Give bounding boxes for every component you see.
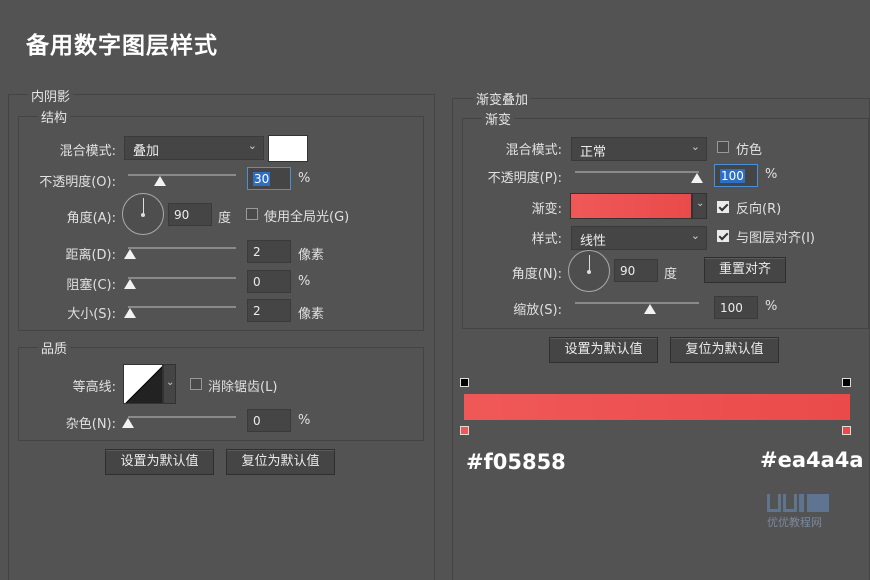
go-angle-unit: 度: [664, 263, 677, 282]
noise-slider-thumb[interactable]: [122, 418, 134, 428]
noise-unit: %: [298, 413, 310, 428]
go-angle-dial[interactable]: [568, 250, 610, 292]
choke-label: 阻塞(C):: [40, 274, 116, 293]
inner-shadow-set-default-button[interactable]: 设置为默认值: [105, 449, 214, 475]
gradient-overlay-title: 渐变叠加: [473, 89, 531, 108]
noise-label: 杂色(N):: [40, 413, 116, 432]
size-slider-track[interactable]: [128, 306, 236, 308]
contour-curve-icon: [124, 365, 163, 404]
blend-mode-select[interactable]: 叠加 ⌄: [124, 136, 264, 160]
opacity-input[interactable]: 30: [247, 167, 291, 190]
angle-input[interactable]: 90: [168, 203, 212, 226]
blend-mode-value: 叠加: [133, 144, 159, 159]
go-opacity-unit: %: [765, 167, 777, 182]
anti-alias-checkbox[interactable]: [190, 378, 202, 390]
gradient-label: 渐变:: [484, 198, 562, 217]
choke-unit: %: [298, 274, 310, 289]
go-opacity-input[interactable]: 100: [714, 164, 758, 187]
opacity-stop-left[interactable]: [460, 378, 469, 387]
chevron-down-icon: ⌄: [166, 377, 174, 388]
angle-dial-center: [141, 213, 145, 217]
choke-input[interactable]: 0: [247, 270, 291, 293]
anti-alias-label: 消除锯齿(L): [208, 376, 277, 395]
scale-slider-track[interactable]: [575, 302, 699, 304]
quality-title: 品质: [38, 338, 70, 357]
reset-align-button[interactable]: 重置对齐: [704, 257, 786, 283]
choke-slider-thumb[interactable]: [124, 279, 136, 289]
go-opacity-slider-track[interactable]: [575, 171, 699, 173]
dither-label: 仿色: [736, 139, 762, 158]
go-angle-dial-center: [587, 270, 591, 274]
chevron-down-icon: ⌄: [691, 140, 700, 153]
size-label: 大小(S):: [40, 303, 116, 322]
chevron-down-icon: ⌄: [691, 229, 700, 242]
opacity-unit: %: [298, 171, 310, 186]
distance-slider-thumb[interactable]: [124, 249, 136, 259]
go-blend-mode-select[interactable]: 正常 ⌄: [571, 137, 707, 161]
choke-slider-track[interactable]: [128, 277, 236, 279]
global-light-checkbox[interactable]: [246, 208, 258, 220]
gradient-preview-bar[interactable]: [464, 394, 850, 420]
color-stop-left[interactable]: [460, 426, 469, 435]
align-layer-checkbox[interactable]: [717, 230, 729, 242]
style-value: 线性: [580, 234, 606, 249]
size-unit: 像素: [298, 303, 324, 322]
distance-unit: 像素: [298, 244, 324, 263]
inner-shadow-title: 内阴影: [28, 86, 73, 105]
structure-title: 结构: [38, 107, 70, 126]
contour-label: 等高线:: [40, 376, 116, 395]
blend-mode-label: 混合模式:: [40, 140, 116, 159]
angle-label: 角度(A):: [40, 207, 116, 226]
gradient-set-default-button[interactable]: 设置为默认值: [549, 337, 658, 363]
color-stop-right[interactable]: [842, 426, 851, 435]
style-select[interactable]: 线性 ⌄: [571, 226, 707, 250]
watermark-text: 优优教程网: [767, 514, 822, 530]
noise-input[interactable]: 0: [247, 409, 291, 432]
scale-input[interactable]: 100: [714, 296, 758, 319]
global-light-label: 使用全局光(G): [264, 206, 349, 225]
chevron-down-icon: ⌄: [696, 198, 704, 209]
gradient-dropdown[interactable]: ⌄: [692, 193, 707, 219]
contour-preview[interactable]: [123, 364, 163, 404]
noise-slider-track[interactable]: [128, 416, 236, 418]
go-opacity-slider-thumb[interactable]: [691, 173, 703, 183]
style-label: 样式:: [484, 228, 562, 247]
right-color-hex: #ea4a4a: [760, 448, 864, 472]
inner-shadow-reset-default-button[interactable]: 复位为默认值: [226, 449, 335, 475]
opacity-slider-thumb[interactable]: [154, 176, 166, 186]
opacity-slider-track[interactable]: [128, 174, 236, 176]
scale-unit: %: [765, 299, 777, 314]
contour-dropdown[interactable]: ⌄: [163, 364, 176, 404]
scale-slider-thumb[interactable]: [644, 304, 656, 314]
go-blend-mode-label: 混合模式:: [484, 139, 562, 158]
go-angle-input[interactable]: 90: [614, 259, 658, 282]
chevron-down-icon: ⌄: [248, 139, 257, 152]
reverse-label: 反向(R): [736, 198, 781, 217]
shadow-color-swatch[interactable]: [268, 135, 308, 162]
distance-slider-track[interactable]: [128, 247, 236, 249]
align-layer-label: 与图层对齐(I): [736, 227, 815, 246]
scale-label: 缩放(S):: [484, 299, 562, 318]
angle-dial[interactable]: [122, 193, 164, 235]
dither-checkbox[interactable]: [717, 141, 729, 153]
go-opacity-label: 不透明度(P):: [466, 167, 562, 186]
gradient-reset-default-button[interactable]: 复位为默认值: [670, 337, 779, 363]
size-input[interactable]: 2: [247, 299, 291, 322]
left-color-hex: #f05858: [466, 450, 566, 474]
angle-unit: 度: [218, 207, 231, 226]
reverse-checkbox[interactable]: [717, 201, 729, 213]
go-blend-mode-value: 正常: [580, 145, 606, 160]
distance-label: 距离(D):: [40, 244, 116, 263]
gradient-group-title: 渐变: [482, 109, 514, 128]
opacity-label: 不透明度(O):: [20, 171, 116, 190]
watermark-logo: [767, 494, 831, 514]
size-slider-thumb[interactable]: [124, 308, 136, 318]
go-angle-label: 角度(N):: [484, 263, 562, 282]
page-title: 备用数字图层样式: [26, 26, 218, 60]
distance-input[interactable]: 2: [247, 240, 291, 263]
opacity-stop-right[interactable]: [842, 378, 851, 387]
gradient-picker[interactable]: [570, 193, 692, 219]
